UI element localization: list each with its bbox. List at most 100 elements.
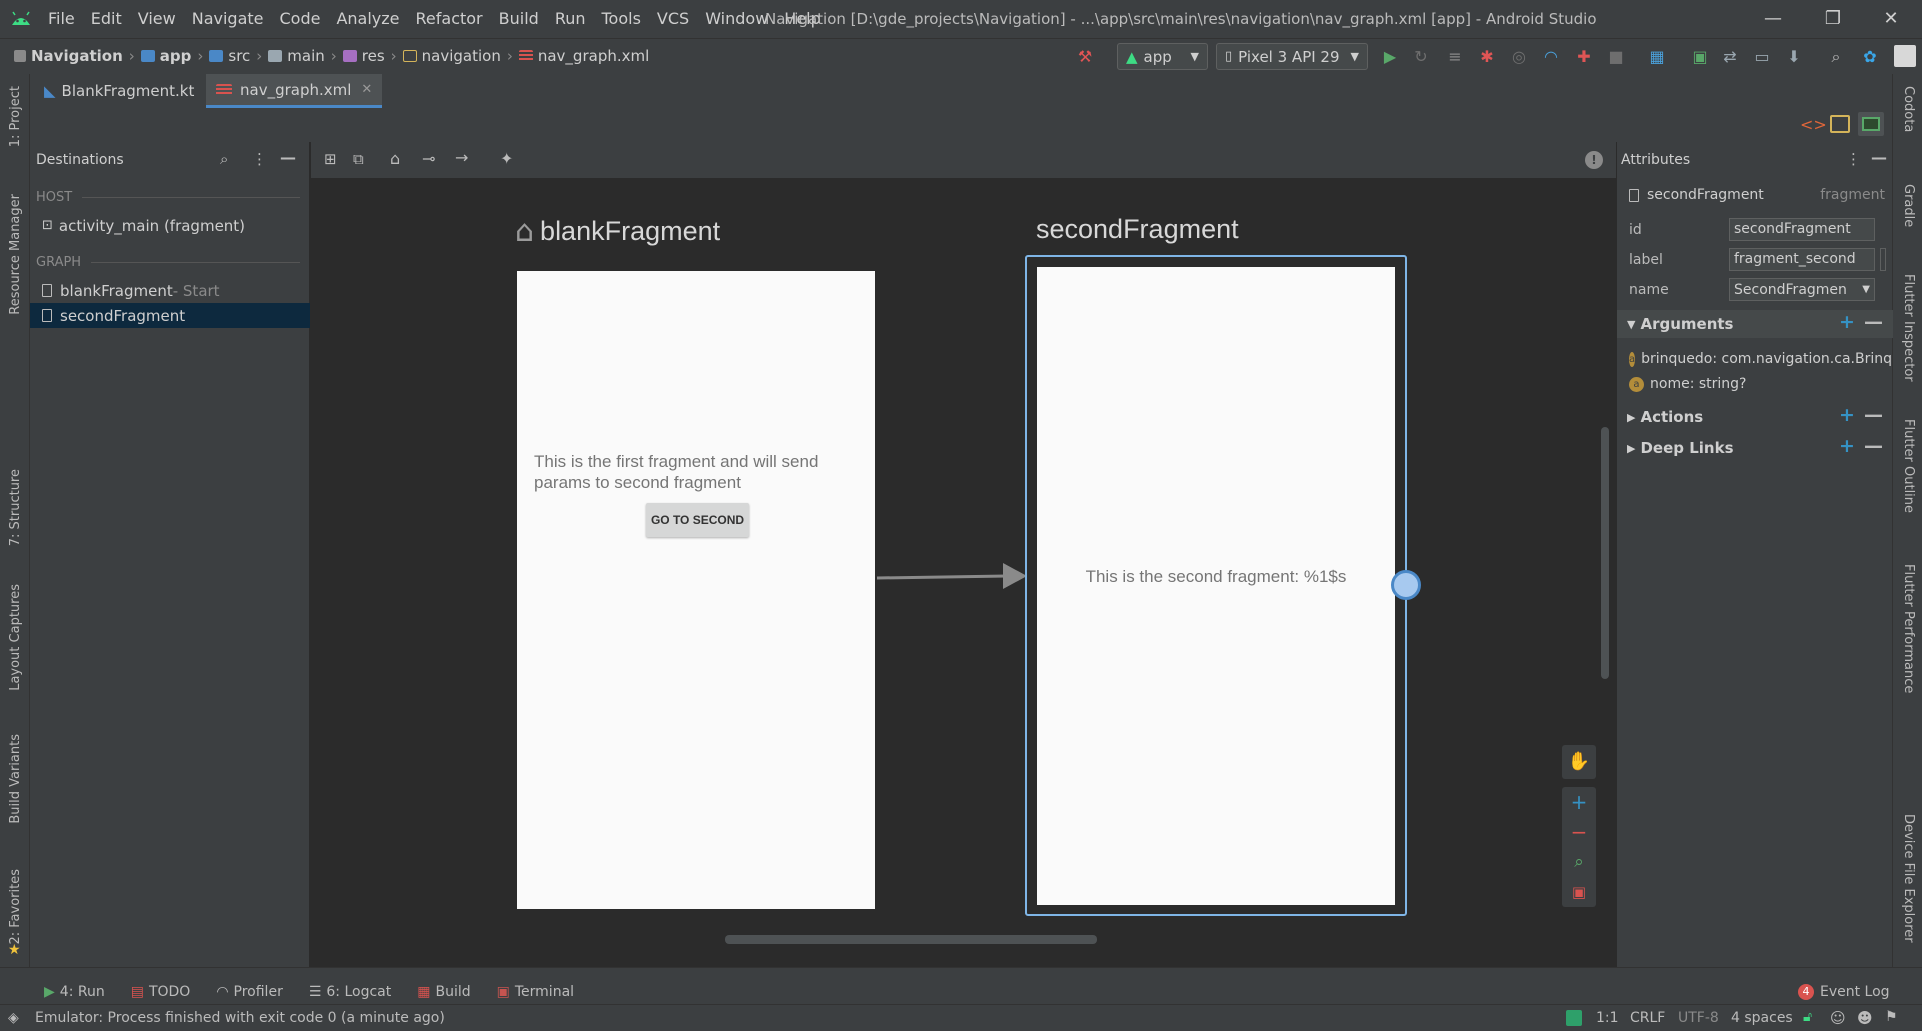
avd-manager-icon[interactable]: ▭ xyxy=(1752,47,1772,67)
add-action-button[interactable]: + xyxy=(1839,404,1855,426)
project-tool-button[interactable]: 1: Project xyxy=(8,86,23,147)
more-options-icon[interactable]: ⋮ xyxy=(1846,150,1861,168)
apply-changes-icon[interactable]: ↻ xyxy=(1411,47,1431,67)
layers-icon[interactable]: ◈ xyxy=(8,1010,19,1026)
nested-graph-icon[interactable]: ⧉ xyxy=(353,150,364,168)
apply-code-changes-icon[interactable]: ≡ xyxy=(1445,47,1465,67)
menu-refactor[interactable]: Refactor xyxy=(416,9,483,28)
sdk-manager-icon[interactable]: ⬇ xyxy=(1784,47,1804,67)
breadcrumb-project[interactable]: Navigation › xyxy=(14,47,135,65)
menu-edit[interactable]: Edit xyxy=(91,9,122,28)
label-resource-picker[interactable] xyxy=(1880,248,1886,271)
run-tool-button[interactable]: ▶ 4: Run xyxy=(44,984,105,1000)
minimize-button[interactable]: — xyxy=(1758,6,1788,32)
argument-item[interactable]: a brinquedo: com.navigation.ca.Brinque xyxy=(1629,351,1891,367)
deep-links-section[interactable]: ▶ Deep Links + — xyxy=(1617,434,1893,462)
close-button[interactable]: ✕ xyxy=(1876,6,1906,32)
gradle-tool-button[interactable]: Gradle xyxy=(1901,184,1916,227)
info-icon[interactable]: ! xyxy=(1585,151,1603,169)
favorites-tool-button[interactable]: 2: Favorites xyxy=(8,869,23,945)
horizontal-scrollbar[interactable] xyxy=(725,935,1097,944)
breadcrumb-res[interactable]: res › xyxy=(342,47,397,65)
flutter-performance-tool-button[interactable]: Flutter Performance xyxy=(1901,564,1916,693)
line-separator[interactable]: CRLF xyxy=(1630,1010,1665,1026)
zoom-to-fit-icon[interactable]: ⌕ xyxy=(1562,847,1596,877)
sync-icon[interactable]: ⇄ xyxy=(1720,47,1740,67)
run-config-select[interactable]: ▲ app ▼ xyxy=(1117,43,1208,70)
lock-icon[interactable]: 🔓︎ xyxy=(1803,1009,1812,1025)
argument-item[interactable]: a nome: string? xyxy=(1629,376,1891,392)
second-fragment-preview[interactable]: This is the second fragment: %1$s xyxy=(1037,267,1395,905)
close-icon[interactable]: ✕ xyxy=(361,82,372,97)
logcat-tool-button[interactable]: ☰ 6: Logcat xyxy=(309,984,391,1000)
action-arrow[interactable] xyxy=(875,557,1035,597)
breadcrumb-navigation[interactable]: navigation › xyxy=(402,47,513,65)
destination-item-second-fragment[interactable]: secondFragment xyxy=(30,303,310,328)
design-view-button[interactable] xyxy=(1858,112,1884,136)
layout-captures-tool-button[interactable]: Layout Captures xyxy=(8,584,23,691)
coverage-icon[interactable]: ◎ xyxy=(1509,47,1529,67)
smiley-icon[interactable]: ☺ xyxy=(1830,1009,1846,1027)
blank-fragment-preview[interactable]: This is the first fragment and will send… xyxy=(517,271,875,909)
tab-nav-graph-xml[interactable]: nav_graph.xml ✕ xyxy=(206,74,383,108)
menu-tools[interactable]: Tools xyxy=(602,9,641,28)
split-view-icon[interactable] xyxy=(1830,115,1850,133)
attach-debugger-icon[interactable]: ✚ xyxy=(1574,47,1594,67)
remove-argument-button[interactable]: — xyxy=(1864,311,1883,333)
terminal-status-icon[interactable] xyxy=(1566,1010,1582,1026)
menu-build[interactable]: Build xyxy=(499,9,539,28)
menu-file[interactable]: File xyxy=(48,9,75,28)
search-icon[interactable]: ⌕ xyxy=(1826,47,1846,67)
breadcrumb-app[interactable]: app › xyxy=(140,47,203,65)
collapse-icon[interactable]: — xyxy=(1871,148,1887,167)
restore-button[interactable]: ❐ xyxy=(1818,6,1848,32)
arguments-section[interactable]: ▼ Arguments + — xyxy=(1617,310,1893,338)
search-icon[interactable]: ⌕ xyxy=(220,150,228,168)
menu-vcs[interactable]: VCS xyxy=(657,9,689,28)
actions-section[interactable]: ▶ Actions + — xyxy=(1617,403,1893,431)
avatar[interactable] xyxy=(1894,45,1916,67)
gear-icon[interactable]: ✿ xyxy=(1860,47,1880,67)
terminal-icon[interactable]: ▣ xyxy=(1690,47,1710,67)
action-handle[interactable] xyxy=(1391,570,1421,600)
structure-tool-button[interactable]: 7: Structure xyxy=(8,469,23,546)
destination-item-blank-fragment[interactable]: blankFragment - Start xyxy=(30,278,310,303)
add-action-icon[interactable]: → xyxy=(455,148,468,167)
event-log-button[interactable]: 4 Event Log xyxy=(1798,984,1890,1000)
go-to-second-button[interactable]: GO TO SECOND xyxy=(646,503,749,537)
menu-navigate[interactable]: Navigate xyxy=(192,9,264,28)
more-options-icon[interactable]: ⋮ xyxy=(252,150,267,168)
add-argument-button[interactable]: + xyxy=(1839,311,1855,333)
deep-link-icon[interactable]: ⊸ xyxy=(422,149,435,168)
hammer-icon[interactable]: ⚒ xyxy=(1075,47,1095,67)
add-deep-link-button[interactable]: + xyxy=(1839,435,1855,457)
indent-setting[interactable]: 4 spaces xyxy=(1731,1010,1793,1026)
label-field[interactable]: fragment_second xyxy=(1729,248,1875,271)
menu-view[interactable]: View xyxy=(138,9,176,28)
device-select[interactable]: ▯ Pixel 3 API 29 ▼ xyxy=(1216,43,1368,70)
collapse-icon[interactable]: — xyxy=(280,148,296,167)
code-view-icon[interactable]: <> xyxy=(1800,115,1827,134)
status-message[interactable]: Emulator: Process finished with exit cod… xyxy=(35,1010,445,1026)
home-icon[interactable]: ⌂ xyxy=(390,149,400,168)
navigation-canvas[interactable]: ⊞ ⧉ ⌂ ⊸ → ✦ ! ⌂ blankFragment This is th… xyxy=(311,142,1616,967)
flutter-inspector-tool-button[interactable]: Flutter Inspector xyxy=(1901,274,1916,382)
profile-icon[interactable]: ◠ xyxy=(1541,47,1561,67)
remove-action-button[interactable]: — xyxy=(1864,404,1883,426)
device-file-explorer-tool-button[interactable]: Device File Explorer xyxy=(1901,814,1916,943)
zoom-actual-size-icon[interactable]: ▣ xyxy=(1562,877,1596,907)
zoom-in-icon[interactable]: + xyxy=(1562,787,1596,817)
menu-code[interactable]: Code xyxy=(280,9,321,28)
tab-blank-fragment-kt[interactable]: ◣ BlankFragment.kt ✕ xyxy=(34,74,225,108)
menu-analyze[interactable]: Analyze xyxy=(336,9,399,28)
pan-button[interactable]: ✋ xyxy=(1562,745,1596,779)
new-destination-icon[interactable]: ⊞ xyxy=(324,150,337,168)
profiler-tool-button[interactable]: ◠ Profiler xyxy=(216,984,283,1000)
zoom-out-icon[interactable]: − xyxy=(1562,817,1596,847)
build-tool-button[interactable]: ▦ Build xyxy=(417,984,470,1000)
todo-tool-button[interactable]: ▤ TODO xyxy=(131,984,191,1000)
notifications-icon[interactable]: ⚑ xyxy=(1885,1009,1898,1025)
stop-icon[interactable]: ■ xyxy=(1606,47,1626,67)
breadcrumb-main[interactable]: main › xyxy=(268,47,337,65)
vertical-scrollbar[interactable] xyxy=(1601,427,1609,679)
